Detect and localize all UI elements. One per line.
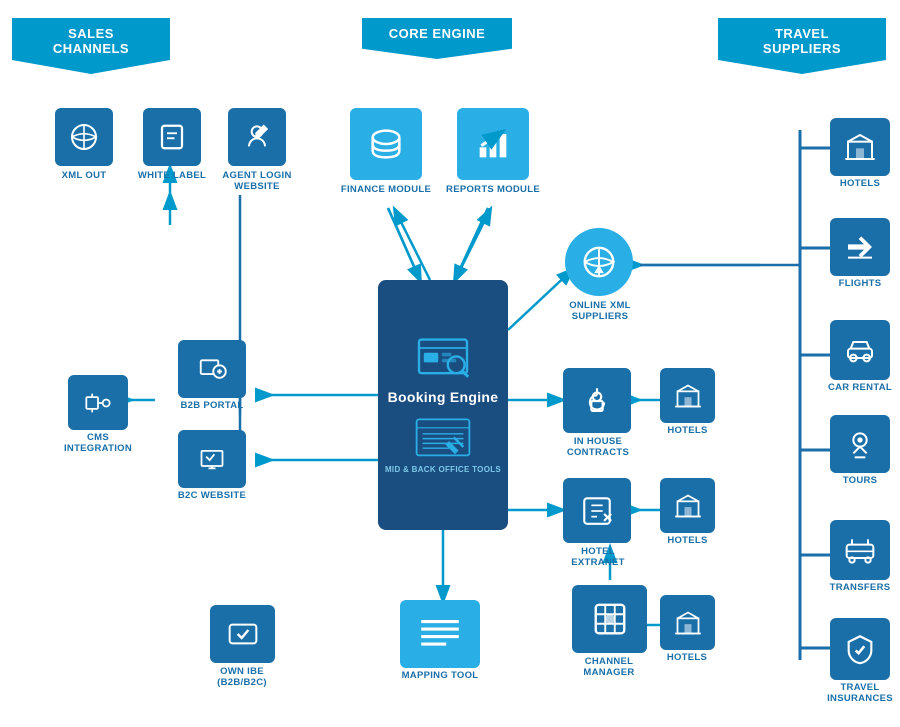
transfers-supplier-box[interactable] bbox=[830, 520, 890, 580]
finance-module-box[interactable] bbox=[350, 108, 422, 180]
finance-module-label: FINANCE MODULE bbox=[335, 184, 437, 195]
online-xml-suppliers-label: ONLINE XMLSUPPLIERS bbox=[550, 300, 650, 323]
own-ibe-box[interactable] bbox=[210, 605, 275, 663]
mapping-tool-label: MAPPING TOOL bbox=[388, 670, 492, 681]
b2c-website-box[interactable] bbox=[178, 430, 246, 488]
hotels-lower-box[interactable] bbox=[660, 478, 715, 533]
hotels-supplier-box[interactable] bbox=[830, 118, 890, 176]
agent-login-box[interactable] bbox=[228, 108, 286, 166]
booking-engine-title: Booking Engine bbox=[388, 389, 499, 405]
travel-insurances-supplier-label: TRAVELINSURANCES bbox=[818, 682, 900, 705]
hotels-middle-box[interactable] bbox=[660, 368, 715, 423]
booking-engine-box[interactable]: Booking Engine MID & BACK OFFICE TOOLS bbox=[378, 280, 508, 530]
in-house-contracts-box[interactable] bbox=[563, 368, 631, 433]
b2b-portal-box[interactable] bbox=[178, 340, 246, 398]
reports-module-label: REPORTS MODULE bbox=[445, 184, 541, 195]
mid-back-office-label: MID & BACK OFFICE TOOLS bbox=[385, 465, 501, 474]
hotel-extranet-box[interactable] bbox=[563, 478, 631, 543]
own-ibe-label: OWN IBE(B2B/B2C) bbox=[192, 666, 292, 689]
hotels-bottom-label: HOTELS bbox=[648, 652, 726, 663]
transfers-supplier-label: TRANSFERS bbox=[822, 582, 898, 593]
diagram: SALES CHANNELS CORE ENGINE TRAVEL SUPPLI… bbox=[0, 0, 900, 727]
mapping-tool-box[interactable] bbox=[400, 600, 480, 668]
banner-sales-channels: SALES CHANNELS bbox=[12, 18, 170, 74]
hotels-supplier-label: HOTELS bbox=[830, 178, 890, 189]
hotels-middle-label: HOTELS bbox=[650, 425, 725, 436]
xml-out-box[interactable] bbox=[55, 108, 113, 166]
xml-out-label: XML OUT bbox=[48, 170, 120, 181]
online-xml-suppliers-box[interactable] bbox=[565, 228, 633, 296]
hotel-extranet-label: HOTELEXTRANET bbox=[550, 546, 646, 569]
banner-core-engine: CORE ENGINE bbox=[362, 18, 512, 59]
reports-module-box[interactable] bbox=[457, 108, 529, 180]
in-house-contracts-label: IN HOUSECONTRACTS bbox=[550, 436, 646, 459]
travel-insurances-supplier-box[interactable] bbox=[830, 618, 890, 680]
tours-supplier-box[interactable] bbox=[830, 415, 890, 473]
car-rental-supplier-box[interactable] bbox=[830, 320, 890, 380]
banner-travel-suppliers: TRAVEL SUPPLIERS bbox=[718, 18, 886, 74]
white-label-box[interactable] bbox=[143, 108, 201, 166]
b2b-portal-label: B2B PORTAL bbox=[174, 400, 250, 411]
cms-integration-label: CMSINTEGRATION bbox=[55, 432, 141, 455]
car-rental-supplier-label: CAR RENTAL bbox=[822, 382, 898, 393]
hotels-lower-label: HOTELS bbox=[650, 535, 725, 546]
cms-integration-box[interactable] bbox=[68, 375, 128, 430]
agent-login-label: AGENT LOGINWEBSITE bbox=[218, 170, 296, 193]
flights-supplier-label: FLIGHTS bbox=[830, 278, 890, 289]
channel-manager-label: CHANNELMANAGER bbox=[557, 656, 661, 679]
tours-supplier-label: TOURS bbox=[838, 475, 882, 486]
hotels-bottom-box[interactable] bbox=[660, 595, 715, 650]
flights-supplier-box[interactable] bbox=[830, 218, 890, 276]
channel-manager-box[interactable] bbox=[572, 585, 647, 653]
b2c-website-label: B2C WEBSITE bbox=[174, 490, 250, 501]
white-label-label: WHITE LABEL bbox=[133, 170, 211, 181]
